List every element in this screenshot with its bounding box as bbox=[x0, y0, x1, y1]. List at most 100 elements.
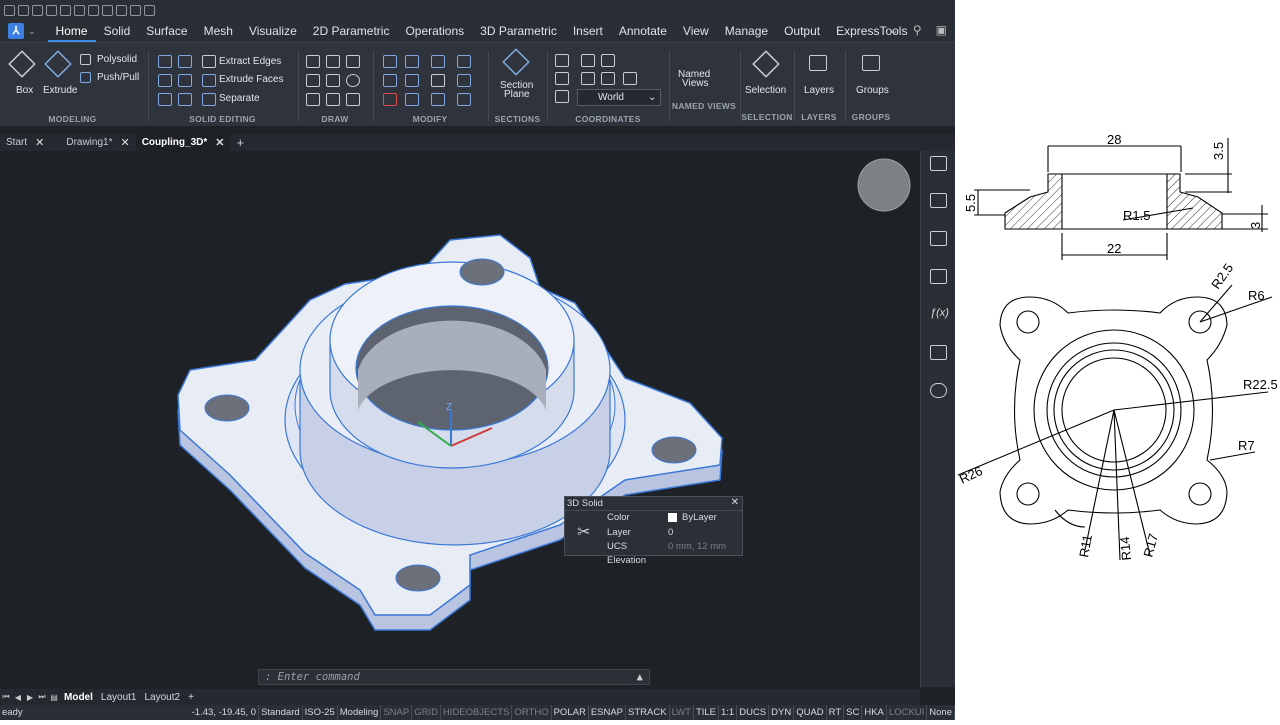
polyline-icon[interactable] bbox=[306, 74, 320, 87]
paste-icon[interactable] bbox=[116, 4, 127, 16]
navigation-wheel[interactable] bbox=[857, 158, 911, 212]
toggle-tile[interactable]: TILE bbox=[694, 705, 719, 720]
doc-tab-drawing1[interactable]: Drawing1* ✕ bbox=[60, 134, 135, 151]
last-tab-icon[interactable]: ⏭ bbox=[36, 692, 48, 702]
polysolid-button[interactable]: Polysolid bbox=[97, 54, 137, 65]
chevron-up-icon[interactable]: ▲ bbox=[637, 670, 643, 684]
property-row-layer[interactable]: Layer 0 bbox=[607, 526, 741, 540]
erase-icon[interactable] bbox=[383, 93, 397, 106]
array-icon[interactable] bbox=[457, 55, 471, 68]
box-button[interactable]: Box bbox=[16, 85, 33, 96]
close-icon[interactable]: ✕ bbox=[120, 136, 129, 149]
fillet-icon[interactable] bbox=[457, 74, 471, 87]
close-icon[interactable]: ✕ bbox=[731, 497, 739, 508]
extrude-faces-button[interactable]: Extrude Faces bbox=[219, 74, 283, 85]
copy-icon[interactable] bbox=[102, 4, 113, 16]
polygon-icon[interactable] bbox=[306, 93, 320, 106]
model-viewport[interactable]: Z bbox=[0, 151, 920, 687]
new-file-icon[interactable] bbox=[4, 4, 15, 16]
named-views-button-line2[interactable]: Views bbox=[682, 78, 709, 89]
ucs-3point-icon[interactable] bbox=[555, 90, 569, 103]
ucs-dropdown[interactable]: World ⌄ bbox=[577, 89, 661, 106]
toggle-strack[interactable]: STRACK bbox=[626, 705, 670, 720]
toggle-grid[interactable]: GRID bbox=[412, 705, 441, 720]
intersect-icon[interactable] bbox=[158, 74, 172, 87]
tab-2d-parametric[interactable]: 2D Parametric bbox=[305, 20, 398, 42]
toggle-hideobjects[interactable]: HIDEOBJECTS bbox=[441, 705, 513, 720]
tab-annotate[interactable]: Annotate bbox=[611, 20, 675, 42]
tab-solid[interactable]: Solid bbox=[96, 20, 139, 42]
search-icon[interactable]: ⚲ bbox=[913, 23, 922, 37]
move-icon[interactable] bbox=[405, 55, 419, 68]
tab-operations[interactable]: Operations bbox=[397, 20, 472, 42]
status-text-style[interactable]: Standard bbox=[259, 705, 303, 720]
settings-icon[interactable] bbox=[144, 4, 155, 16]
extract-edges-button[interactable]: Extract Edges bbox=[219, 56, 281, 67]
ucs-view-icon[interactable] bbox=[581, 72, 595, 85]
toggle-rt[interactable]: RT bbox=[827, 705, 845, 720]
property-row-ucs-elevation[interactable]: UCS Elevation 0 mm, 12 mm bbox=[607, 540, 741, 566]
print-icon[interactable] bbox=[60, 4, 71, 16]
interfere-icon[interactable] bbox=[158, 93, 172, 106]
library-icon[interactable] bbox=[930, 269, 947, 284]
match-properties-icon[interactable] bbox=[130, 4, 141, 16]
chevron-down-icon[interactable]: ⌄ bbox=[28, 26, 36, 37]
layout-list-icon[interactable]: ▤ bbox=[48, 693, 60, 702]
rectangle-icon[interactable] bbox=[326, 93, 340, 106]
toggle-dyn[interactable]: DYN bbox=[769, 705, 795, 720]
property-row-color[interactable]: Color ByLayer bbox=[607, 511, 741, 525]
layout-tab-layout1[interactable]: Layout1 bbox=[97, 692, 141, 703]
ucs-previous-icon[interactable] bbox=[601, 54, 615, 67]
app-logo-icon[interactable]: ⅄ bbox=[8, 23, 24, 39]
tab-surface[interactable]: Surface bbox=[138, 20, 195, 42]
hatch-icon[interactable] bbox=[326, 55, 340, 68]
toggle-hka[interactable]: HKA bbox=[862, 705, 887, 720]
push-pull-button[interactable]: Push/Pull bbox=[97, 72, 139, 83]
status-scale[interactable]: 1:1 bbox=[719, 705, 738, 720]
tab-3d-parametric[interactable]: 3D Parametric bbox=[472, 20, 565, 42]
status-workspace[interactable]: Modeling bbox=[338, 705, 382, 720]
scale-icon[interactable] bbox=[405, 74, 419, 87]
layers-panel-icon[interactable] bbox=[930, 193, 947, 208]
selection-button[interactable]: Selection bbox=[745, 85, 786, 96]
ucs-face-icon[interactable] bbox=[623, 72, 637, 85]
panel-toggle-icon[interactable]: ▣ bbox=[936, 23, 947, 37]
revcloud-icon[interactable] bbox=[346, 55, 360, 68]
tab-mesh[interactable]: Mesh bbox=[196, 20, 241, 42]
mirror-icon[interactable] bbox=[383, 74, 397, 87]
structure-icon[interactable] bbox=[930, 345, 947, 360]
toggle-quad[interactable]: QUAD bbox=[794, 705, 827, 720]
subtract-icon[interactable] bbox=[178, 55, 192, 68]
separate-button[interactable]: Separate bbox=[219, 93, 260, 104]
toggle-lwt[interactable]: LWT bbox=[670, 705, 694, 720]
doc-tab-start[interactable]: Start ✕ bbox=[0, 134, 50, 151]
doc-tab-coupling-3d[interactable]: Coupling_3D* ✕ bbox=[135, 134, 231, 151]
function-icon[interactable]: ƒ(x) bbox=[930, 307, 949, 322]
toggle-snap[interactable]: SNAP bbox=[381, 705, 413, 720]
attachments-icon[interactable] bbox=[930, 231, 947, 246]
explode-icon[interactable] bbox=[457, 93, 471, 106]
close-icon[interactable]: ✕ bbox=[215, 136, 224, 149]
ucs-icon[interactable] bbox=[555, 54, 569, 67]
arc-icon[interactable] bbox=[306, 55, 320, 68]
add-tab-button[interactable]: + bbox=[230, 134, 250, 151]
properties-icon[interactable] bbox=[930, 156, 947, 171]
open-file-icon[interactable] bbox=[18, 4, 29, 16]
tab-output[interactable]: Output bbox=[776, 20, 828, 42]
groups-button[interactable]: Groups bbox=[856, 85, 889, 96]
offset-icon[interactable] bbox=[431, 93, 445, 106]
tab-view[interactable]: View bbox=[675, 20, 717, 42]
trim-icon[interactable] bbox=[405, 93, 419, 106]
ucs-origin-icon[interactable] bbox=[555, 72, 569, 85]
section-plane-button-line2[interactable]: Plane bbox=[504, 89, 530, 100]
command-line-input[interactable]: : Enter command ▲ bbox=[258, 669, 650, 685]
spline-icon[interactable] bbox=[346, 93, 360, 106]
stretch-icon[interactable] bbox=[431, 74, 445, 87]
layout-tab-model[interactable]: Model bbox=[60, 692, 97, 703]
ucs-world-icon[interactable] bbox=[581, 54, 595, 67]
close-icon[interactable]: ✕ bbox=[35, 136, 44, 149]
chevron-down-icon[interactable]: ⌄ bbox=[889, 23, 899, 37]
slice-icon[interactable] bbox=[178, 74, 192, 87]
toggle-ortho[interactable]: ORTHO bbox=[512, 705, 552, 720]
toggle-sc[interactable]: SC bbox=[844, 705, 863, 720]
